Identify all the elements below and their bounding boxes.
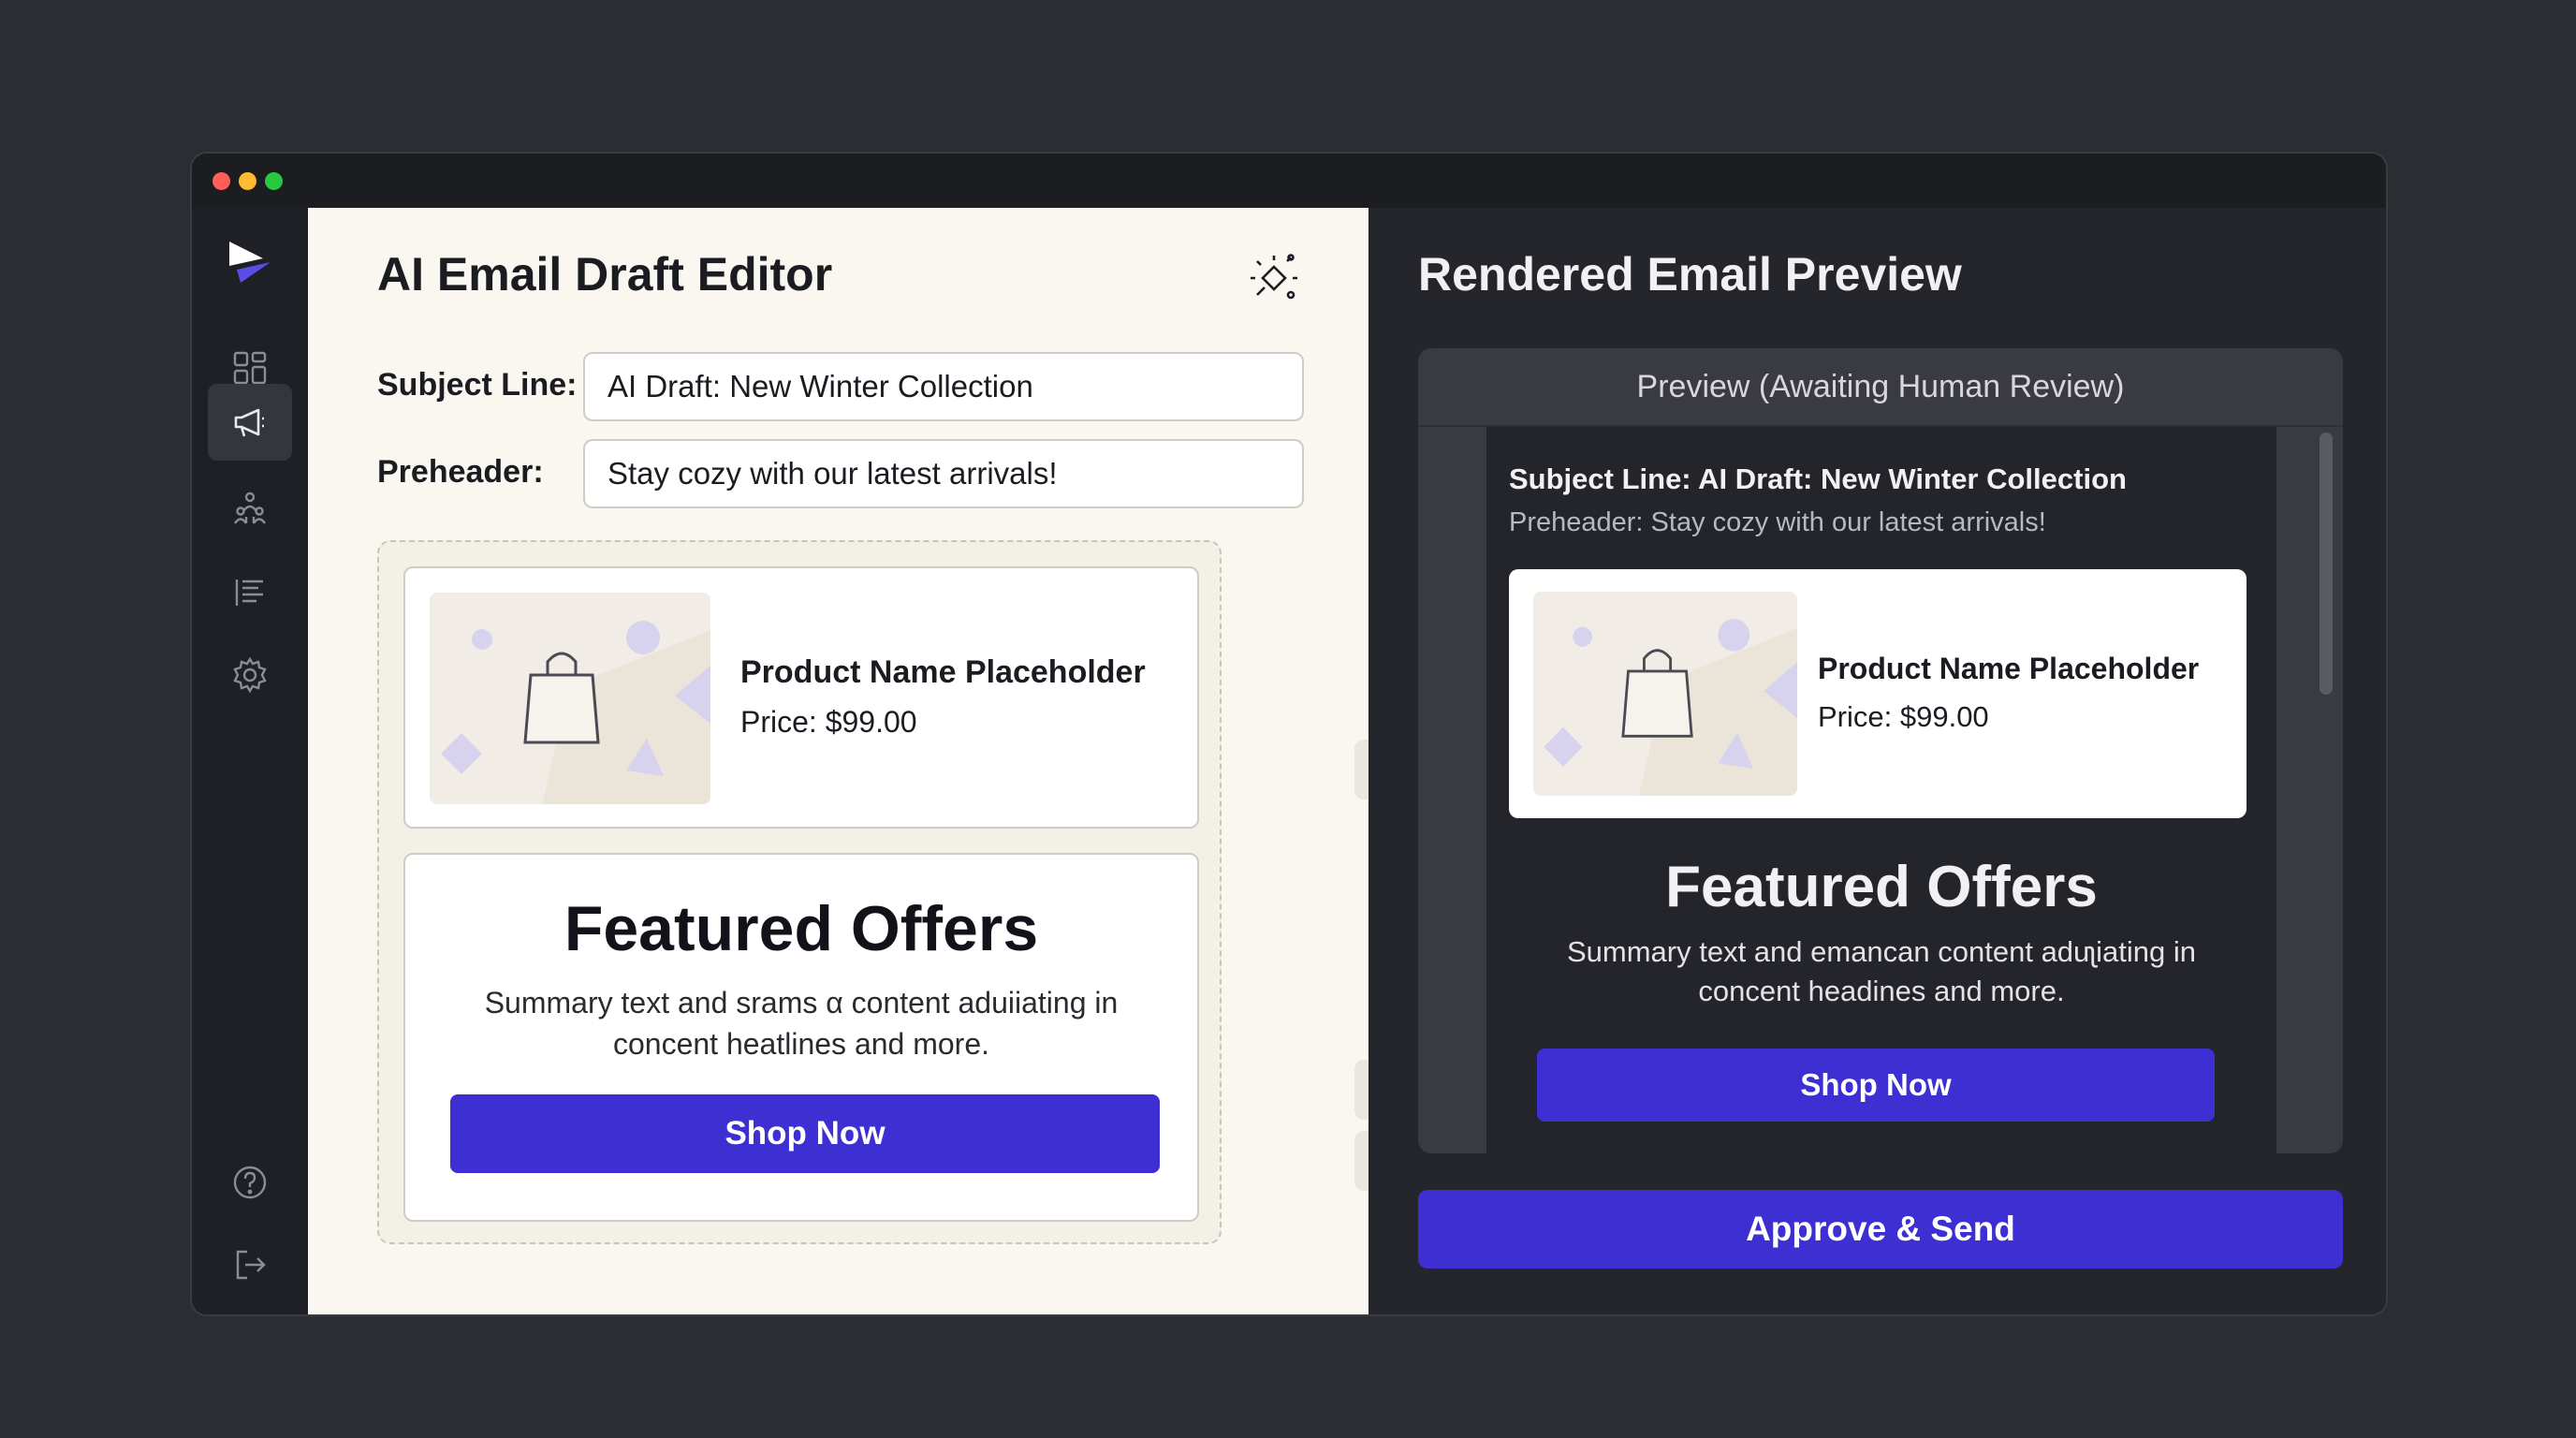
preview-panel: Rendered Email Preview Preview (Awaiting… bbox=[1368, 208, 2386, 1314]
product-name: Product Name Placeholder bbox=[740, 654, 1146, 690]
product-image-art bbox=[441, 621, 710, 804]
preheader-input[interactable] bbox=[583, 439, 1304, 508]
preview-product-image bbox=[1533, 592, 1797, 796]
subject-line-label: Subject Line: bbox=[377, 367, 578, 403]
featured-offers-title: Featured Offers bbox=[564, 893, 1039, 964]
editor-title: AI Email Draft Editor bbox=[377, 248, 833, 301]
sidebar bbox=[192, 208, 308, 1314]
close-window-button[interactable] bbox=[212, 172, 230, 190]
app-logo[interactable] bbox=[226, 238, 274, 286]
help-icon bbox=[233, 1166, 267, 1199]
preview-product-block: Product Name Placeholder Price: $99.00 bbox=[1509, 569, 2247, 818]
preview-scrollbar[interactable] bbox=[2320, 433, 2333, 695]
featured-summary-line-2: concent heatlines and more. bbox=[612, 1027, 990, 1061]
rendered-email-body: Subject Line: AI Draft: New Winter Colle… bbox=[1486, 427, 2276, 1153]
audience-people-icon bbox=[234, 492, 266, 524]
shop-now-button[interactable]: Shop Now bbox=[450, 1094, 1160, 1173]
approve-and-send-button[interactable]: Approve & Send bbox=[1418, 1190, 2343, 1269]
app-window: AI Email Draft Editor Subject Line: Preh… bbox=[190, 152, 2388, 1316]
sidebar-item-settings[interactable] bbox=[208, 637, 292, 713]
featured-summary: Summary text and srams α content aduiiat… bbox=[424, 982, 1178, 1064]
preview-preheader-line: Preheader: Stay cozy with our latest arr… bbox=[1509, 507, 2046, 537]
sidebar-item-audience[interactable] bbox=[208, 470, 292, 547]
preview-frame: Preview (Awaiting Human Review) Subject … bbox=[1418, 348, 2343, 1153]
product-block[interactable]: Product Name Placeholder Price: $99.00 bbox=[403, 566, 1199, 829]
sidebar-item-campaigns[interactable] bbox=[208, 384, 292, 461]
megaphone-icon bbox=[234, 408, 264, 437]
settings-gear-icon bbox=[233, 656, 267, 694]
preview-subject-line: Subject Line: AI Draft: New Winter Colle… bbox=[1509, 462, 2127, 495]
help-button[interactable] bbox=[208, 1144, 292, 1221]
maximize-window-button[interactable] bbox=[265, 172, 283, 190]
featured-offers-block[interactable]: Featured Offers Summary text and srams α… bbox=[403, 853, 1199, 1222]
subject-line-input[interactable] bbox=[583, 352, 1304, 421]
logout-button[interactable] bbox=[208, 1226, 292, 1303]
preview-status-header: Preview (Awaiting Human Review) bbox=[1418, 348, 2343, 427]
preview-product-image-art bbox=[1544, 618, 1797, 796]
preview-featured-title: Featured Offers bbox=[1665, 855, 2098, 919]
featured-summary-line-1: Summary text and srams α content aduiiat… bbox=[484, 986, 1119, 1020]
shopping-bag-icon bbox=[1621, 649, 1693, 738]
preview-summary-line-2: concent headines and more. bbox=[1698, 975, 2065, 1007]
dashboard-grid-icon bbox=[233, 351, 267, 385]
preview-product-price: Price: $99.00 bbox=[1818, 700, 1989, 733]
email-canvas: Product Name Placeholder Price: $99.00 F… bbox=[377, 540, 1222, 1244]
title-bar bbox=[192, 154, 2386, 208]
preheader-label: Preheader: bbox=[377, 454, 544, 490]
preview-shop-now-button[interactable]: Shop Now bbox=[1537, 1049, 2215, 1122]
product-image-placeholder bbox=[430, 593, 710, 804]
preview-featured-summary: Summary text and emancan content aduʅiat… bbox=[1509, 932, 2254, 1011]
preview-summary-line-1: Summary text and emancan content aduʅiat… bbox=[1566, 935, 2197, 968]
editor-panel: AI Email Draft Editor Subject Line: Preh… bbox=[308, 208, 1414, 1314]
preview-product-name: Product Name Placeholder bbox=[1818, 652, 2200, 685]
list-lines-icon bbox=[235, 580, 263, 606]
ai-sparkle-icon[interactable] bbox=[1244, 250, 1304, 310]
minimize-window-button[interactable] bbox=[239, 172, 256, 190]
sidebar-item-reports[interactable] bbox=[208, 554, 292, 631]
shopping-bag-icon bbox=[523, 652, 600, 744]
preview-title: Rendered Email Preview bbox=[1418, 248, 1962, 301]
logout-icon bbox=[236, 1250, 266, 1280]
product-price: Price: $99.00 bbox=[740, 705, 917, 739]
